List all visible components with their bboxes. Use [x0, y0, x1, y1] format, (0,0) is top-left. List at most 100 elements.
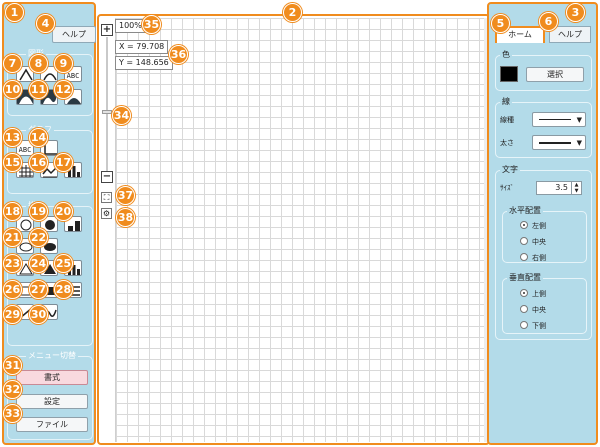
- callout-20: 20: [54, 202, 73, 221]
- left-help-tab[interactable]: ヘルプ: [52, 26, 96, 43]
- callout-25: 25: [54, 254, 73, 273]
- line-width-dropdown[interactable]: ▼: [532, 135, 586, 150]
- text-size-label: ｻｲｽﾞ: [500, 184, 514, 192]
- callout-13: 13: [3, 128, 22, 147]
- horizontal-align-title: 水平配置: [507, 205, 543, 217]
- callout-19: 19: [29, 202, 48, 221]
- valign-top-label: 上側: [532, 290, 546, 298]
- menu-switch-label: メニュー切替: [26, 350, 78, 362]
- callout-4: 4: [36, 14, 55, 33]
- valign-middle-option[interactable]: 中央: [520, 304, 546, 316]
- callout-11: 11: [29, 80, 48, 99]
- color-section-title: 色: [500, 49, 512, 61]
- callout-7: 7: [3, 54, 22, 73]
- halign-center-option[interactable]: 中央: [520, 236, 546, 248]
- callout-6: 6: [539, 12, 558, 31]
- callout-38: 38: [116, 208, 135, 227]
- halign-left-label: 左側: [532, 222, 546, 230]
- text-section-title: 文字: [500, 164, 520, 176]
- callout-1: 1: [5, 3, 24, 22]
- color-select-button[interactable]: 選択: [526, 67, 584, 82]
- callout-18: 18: [3, 202, 22, 221]
- radio-checked-icon[interactable]: [520, 289, 528, 297]
- callout-24: 24: [29, 254, 48, 273]
- color-section: 色 選択: [495, 49, 592, 91]
- callout-10: 10: [3, 80, 22, 99]
- callout-35: 35: [142, 15, 161, 34]
- callout-8: 8: [29, 54, 48, 73]
- callout-30: 30: [29, 305, 48, 324]
- vertical-align-title: 垂直配置: [507, 272, 543, 284]
- callout-16: 16: [29, 153, 48, 172]
- color-swatch[interactable]: [500, 66, 518, 82]
- chevron-down-icon: ▼: [576, 139, 582, 147]
- stepper-arrows-icon[interactable]: ▲ ▼: [571, 182, 581, 194]
- callout-2: 2: [283, 3, 302, 22]
- app-window: ヘルプ 図形 ABC グラフ ABC: [0, 0, 600, 447]
- callout-17: 17: [54, 153, 73, 172]
- x-coordinate-readout: X = 79.708: [115, 40, 169, 54]
- halign-right-label: 右側: [532, 254, 546, 262]
- drawing-grid-canvas[interactable]: [115, 18, 485, 442]
- line-section-title: 線: [500, 96, 512, 108]
- callout-26: 26: [3, 280, 22, 299]
- radio-icon[interactable]: [520, 237, 528, 245]
- text-size-value: 3.5: [555, 183, 568, 192]
- radio-icon[interactable]: [520, 305, 528, 313]
- callout-27: 27: [29, 280, 48, 299]
- line-width-label: 太さ: [500, 139, 514, 147]
- callout-22: 22: [29, 228, 48, 247]
- callout-31: 31: [3, 356, 22, 375]
- callout-9: 9: [54, 54, 73, 73]
- line-type-label: 線種: [500, 116, 514, 124]
- y-coordinate-readout: Y = 148.656: [115, 56, 173, 70]
- line-section: 線 線種 ▼ 太さ ▼: [495, 96, 592, 158]
- callout-34: 34: [112, 106, 131, 125]
- line-type-sample: [539, 119, 571, 120]
- radio-icon[interactable]: [520, 253, 528, 261]
- canvas-settings-icon[interactable]: ⚙: [101, 208, 112, 219]
- valign-bottom-option[interactable]: 下側: [520, 320, 546, 332]
- label-tool-glyph: ABC: [18, 146, 32, 154]
- step-bar-icon: [68, 221, 80, 231]
- format-menu-button[interactable]: 書式: [16, 370, 88, 385]
- line-width-sample: [539, 142, 571, 144]
- right-properties-panel: ホーム ヘルプ 色 選択 線 線種 ▼ 太さ ▼ 文字 ｻｲｽﾞ 3.5 ▲ ▼…: [487, 2, 598, 445]
- fit-screen-icon[interactable]: ⛶: [101, 192, 112, 203]
- valign-middle-label: 中央: [532, 306, 546, 314]
- zoom-slider[interactable]: + −: [101, 24, 113, 184]
- callout-21: 21: [3, 228, 22, 247]
- valign-bottom-label: 下側: [532, 322, 546, 330]
- callout-15: 15: [3, 153, 22, 172]
- file-menu-button[interactable]: ファイル: [16, 417, 88, 432]
- callout-3: 3: [566, 3, 585, 22]
- halign-center-label: 中央: [532, 238, 546, 246]
- halign-left-option[interactable]: 左側: [520, 220, 546, 232]
- zoom-rail-thumb[interactable]: [102, 110, 112, 114]
- text-section: 文字 ｻｲｽﾞ 3.5 ▲ ▼ 水平配置 左側 中央 右側 垂直配置 上側 中央 …: [495, 164, 592, 340]
- callout-33: 33: [3, 404, 22, 423]
- zoom-out-button[interactable]: −: [101, 171, 113, 183]
- zoom-rail-track: [106, 37, 108, 171]
- callout-36: 36: [169, 45, 188, 64]
- line-type-dropdown[interactable]: ▼: [532, 112, 586, 127]
- text-size-stepper[interactable]: 3.5 ▲ ▼: [536, 181, 582, 195]
- settings-menu-button[interactable]: 設定: [16, 394, 88, 409]
- callout-23: 23: [3, 254, 22, 273]
- radio-checked-icon[interactable]: [520, 221, 528, 229]
- valign-top-option[interactable]: 上側: [520, 288, 546, 300]
- zoom-in-button[interactable]: +: [101, 24, 113, 36]
- callout-29: 29: [3, 305, 22, 324]
- drawing-canvas-panel: + − ⛶ ⚙ 100% X = 79.708 Y = 148.656: [97, 14, 490, 445]
- callout-28: 28: [54, 280, 73, 299]
- callout-32: 32: [3, 380, 22, 399]
- right-help-tab[interactable]: ヘルプ: [549, 26, 591, 43]
- callout-37: 37: [116, 186, 135, 205]
- text-tool-glyph: ABC: [66, 72, 80, 80]
- chevron-down-icon: ▼: [576, 116, 582, 124]
- radio-icon[interactable]: [520, 321, 528, 329]
- callout-5: 5: [491, 14, 510, 33]
- callout-14: 14: [29, 128, 48, 147]
- callout-12: 12: [54, 80, 73, 99]
- halign-right-option[interactable]: 右側: [520, 252, 546, 264]
